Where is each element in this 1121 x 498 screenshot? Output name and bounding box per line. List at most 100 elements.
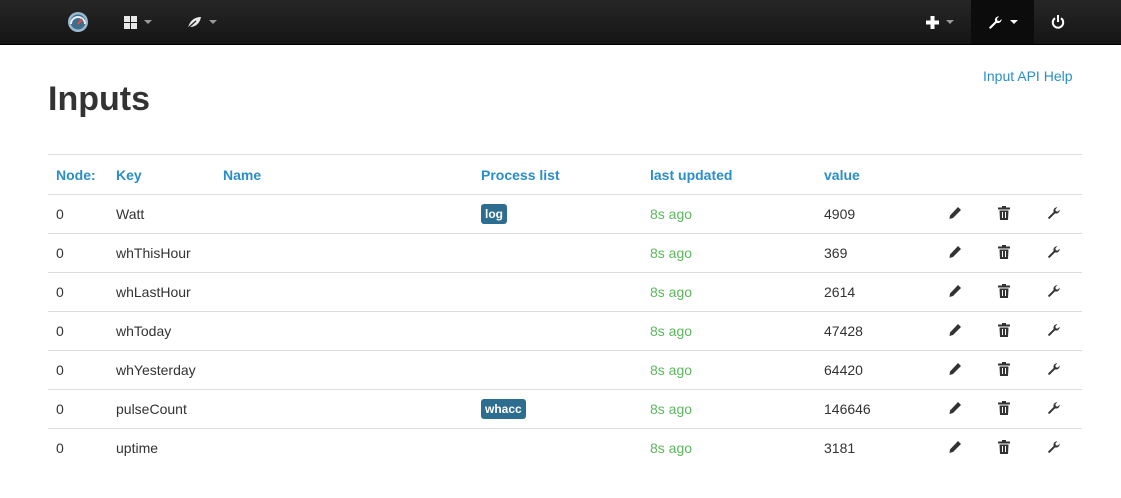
chevron-down-icon (1009, 20, 1018, 24)
pencil-icon (948, 362, 962, 379)
configure-input-button[interactable] (1047, 195, 1061, 233)
key-cell: Watt (116, 206, 145, 222)
delete-input-button[interactable] (998, 234, 1010, 272)
wrench-icon (1047, 245, 1061, 262)
node-cell: 0 (56, 362, 64, 378)
wrench-icon (1047, 401, 1061, 418)
edit-input-button[interactable] (948, 390, 962, 428)
plus-icon (926, 15, 939, 29)
configure-input-button[interactable] (1047, 429, 1061, 467)
dashboard-grid-icon (124, 15, 137, 29)
edit-input-button[interactable] (948, 273, 962, 311)
last-updated-cell: 8s ago (650, 362, 693, 378)
top-navbar (0, 0, 1121, 45)
configure-input-button[interactable] (1047, 312, 1061, 350)
value-cell: 369 (824, 245, 848, 261)
table-row: 0 whThisHour 8s ago 369 (48, 233, 1082, 272)
pencil-icon (948, 401, 962, 418)
edit-input-button[interactable] (948, 351, 962, 389)
chevron-down-icon (144, 20, 152, 24)
configure-input-button[interactable] (1047, 390, 1061, 428)
delete-input-button[interactable] (998, 312, 1010, 350)
trash-icon (998, 322, 1010, 340)
header-node[interactable]: Node: (56, 155, 96, 194)
wrench-icon (1047, 206, 1061, 223)
last-updated-cell: 8s ago (650, 401, 693, 417)
input-api-help-link[interactable]: Input API Help (983, 68, 1073, 84)
table-row: 0 whYesterday 8s ago 64420 (48, 350, 1082, 389)
header-key[interactable]: Key (116, 155, 142, 194)
dashboard-menu-toggle[interactable] (116, 0, 160, 44)
node-cell: 0 (56, 206, 64, 222)
table-row: 0 whLastHour 8s ago 2614 (48, 272, 1082, 311)
header-process-list[interactable]: Process list (481, 155, 560, 194)
last-updated-cell: 8s ago (650, 440, 693, 456)
node-cell: 0 (56, 440, 64, 456)
configure-input-button[interactable] (1047, 273, 1061, 311)
trash-icon (998, 244, 1010, 262)
wrench-icon (1047, 284, 1061, 301)
wrench-icon (1047, 440, 1061, 457)
node-cell: 0 (56, 284, 64, 300)
process-badge: log (481, 204, 507, 224)
edit-input-button[interactable] (948, 429, 962, 467)
configure-input-button[interactable] (1047, 351, 1061, 389)
table-row: 0 Watt log 8s ago 4909 (48, 194, 1082, 233)
wrench-icon (988, 15, 1002, 29)
last-updated-cell: 8s ago (650, 245, 693, 261)
table-header: Node: Key Name Process list last updated… (48, 154, 1082, 194)
value-cell: 4909 (824, 206, 856, 222)
table-row: 0 uptime 8s ago 3181 (48, 428, 1082, 467)
value-cell: 2614 (824, 284, 856, 300)
leaf-icon (187, 16, 201, 28)
wrench-icon (1047, 362, 1061, 379)
key-cell: whThisHour (116, 245, 191, 261)
delete-input-button[interactable] (998, 429, 1010, 467)
inputs-table: Node: Key Name Process list last updated… (48, 154, 1082, 467)
delete-input-button[interactable] (998, 351, 1010, 389)
delete-input-button[interactable] (998, 273, 1010, 311)
chevron-down-icon (209, 20, 217, 24)
value-cell: 47428 (824, 323, 863, 339)
extras-menu-toggle[interactable] (180, 0, 224, 44)
trash-icon (998, 205, 1010, 223)
pencil-icon (948, 206, 962, 223)
key-cell: whToday (116, 323, 172, 339)
edit-input-button[interactable] (948, 312, 962, 350)
key-cell: whLastHour (116, 284, 191, 300)
header-value[interactable]: value (824, 155, 860, 194)
logout-button[interactable] (1036, 0, 1080, 44)
logo-link[interactable] (60, 0, 96, 44)
table-body: 0 Watt log 8s ago 4909 0 whThisHour 8s ago 369 0 w… (48, 194, 1082, 467)
trash-icon (998, 400, 1010, 418)
last-updated-cell: 8s ago (650, 206, 693, 222)
last-updated-cell: 8s ago (650, 323, 693, 339)
add-menu-toggle[interactable] (918, 0, 962, 44)
edit-input-button[interactable] (948, 234, 962, 272)
delete-input-button[interactable] (998, 195, 1010, 233)
configure-input-button[interactable] (1047, 234, 1061, 272)
node-cell: 0 (56, 401, 64, 417)
wrench-icon (1047, 323, 1061, 340)
header-name[interactable]: Name (223, 155, 261, 194)
pencil-icon (948, 323, 962, 340)
setup-menu-toggle[interactable] (971, 0, 1034, 44)
pencil-icon (948, 245, 962, 262)
value-cell: 146646 (824, 401, 871, 417)
edit-input-button[interactable] (948, 195, 962, 233)
process-badge: whacc (481, 399, 526, 419)
process-list-cell: log (481, 195, 507, 233)
key-cell: whYesterday (116, 362, 196, 378)
header-last-updated[interactable]: last updated (650, 155, 732, 194)
table-row: 0 pulseCount whacc 8s ago 146646 (48, 389, 1082, 428)
power-icon (1051, 15, 1065, 29)
value-cell: 64420 (824, 362, 863, 378)
chevron-down-icon (946, 20, 954, 24)
emoncms-logo-icon (68, 12, 88, 32)
pencil-icon (948, 284, 962, 301)
delete-input-button[interactable] (998, 390, 1010, 428)
node-cell: 0 (56, 323, 64, 339)
last-updated-cell: 8s ago (650, 284, 693, 300)
page-title: Inputs (48, 80, 150, 118)
table-row: 0 whToday 8s ago 47428 (48, 311, 1082, 350)
